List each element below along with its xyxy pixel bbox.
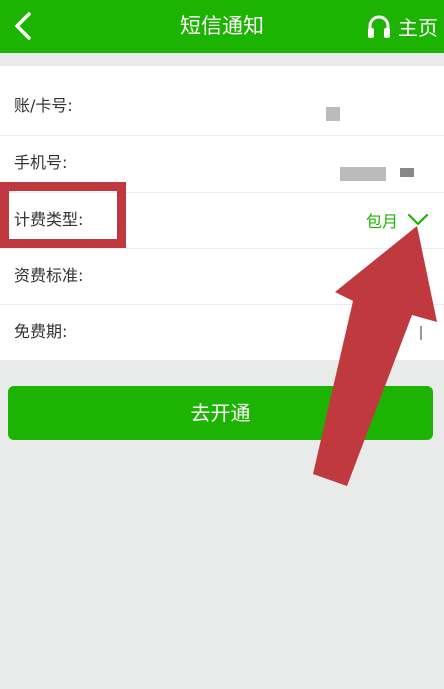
free-period-row[interactable]: 免费期: xyxy=(0,304,444,360)
fee-standard-label: 资费标准: xyxy=(14,266,84,285)
billing-type-select[interactable]: 包月 xyxy=(366,192,430,248)
open-button[interactable]: 去开通 xyxy=(8,386,433,440)
highlight-box xyxy=(0,182,126,248)
account-row[interactable]: 账/卡号: xyxy=(0,78,444,134)
phone-value xyxy=(340,167,386,181)
free-period-label: 免费期: xyxy=(14,322,68,341)
account-value xyxy=(326,107,340,121)
home-button[interactable]: 主页 xyxy=(366,0,438,53)
fee-standard-row[interactable]: 资费标准: xyxy=(0,248,444,304)
home-label: 主页 xyxy=(398,16,438,40)
chevron-down-icon xyxy=(407,213,429,226)
account-label: 账/卡号: xyxy=(14,96,73,115)
headset-icon xyxy=(368,15,390,38)
top-bar: 短信通知 主页 xyxy=(0,0,444,53)
phone-value-suffix xyxy=(400,168,414,177)
billing-type-value: 包月 xyxy=(365,212,398,231)
free-period-value xyxy=(420,326,422,340)
